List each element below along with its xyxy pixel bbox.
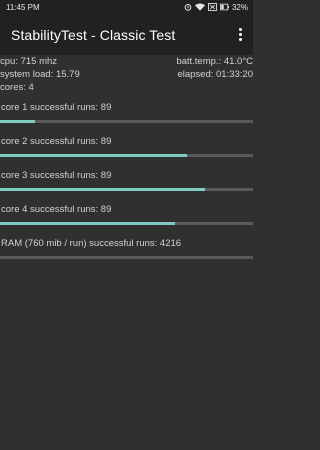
info-panel: cpu: 715 mhz batt.temp.: 41.0°C system l… [0, 55, 253, 94]
core-count: cores: 4 [0, 82, 34, 93]
ram-label: RAM (760 mib / run) successful runs: 421… [1, 238, 182, 249]
core-1-progress-fill [0, 120, 36, 123]
cpu-frequency: cpu: 715 mhz [0, 56, 58, 67]
status-time: 11:45 PM [6, 2, 40, 12]
core-2-progress-fill [0, 154, 188, 157]
core-3-label: core 3 successful runs: 89 [1, 170, 112, 181]
core-4-progress-fill [0, 222, 175, 225]
core-2-progress [0, 154, 253, 157]
elapsed-time: elapsed: 01:33:20 [177, 69, 253, 80]
status-bar: 11:45 PM 32% [0, 0, 253, 14]
core-3-progress-fill [0, 188, 205, 191]
wifi-icon [194, 3, 205, 11]
battery-percent: 32% [231, 2, 248, 12]
core-3-progress [0, 188, 253, 191]
more-vert-icon[interactable] [233, 23, 247, 47]
sim-off-icon [208, 3, 217, 11]
app-bar: StabilityTest - Classic Test [0, 14, 253, 55]
status-icons: 32% [184, 3, 248, 12]
alarm-icon [184, 3, 192, 11]
core-4-progress [0, 222, 253, 225]
core-2-label: core 2 successful runs: 89 [1, 136, 112, 147]
battery-icon [219, 3, 229, 11]
battery-temperature: batt.temp.: 41.0°C [176, 56, 253, 67]
core-1-label: core 1 successful runs: 89 [1, 102, 112, 113]
ram-progress [0, 256, 253, 259]
system-load: system load: 15.79 [0, 69, 80, 80]
app-title: StabilityTest - Classic Test [11, 26, 176, 43]
core-4-label: core 4 successful runs: 89 [1, 204, 112, 215]
core-1-progress [0, 120, 253, 123]
